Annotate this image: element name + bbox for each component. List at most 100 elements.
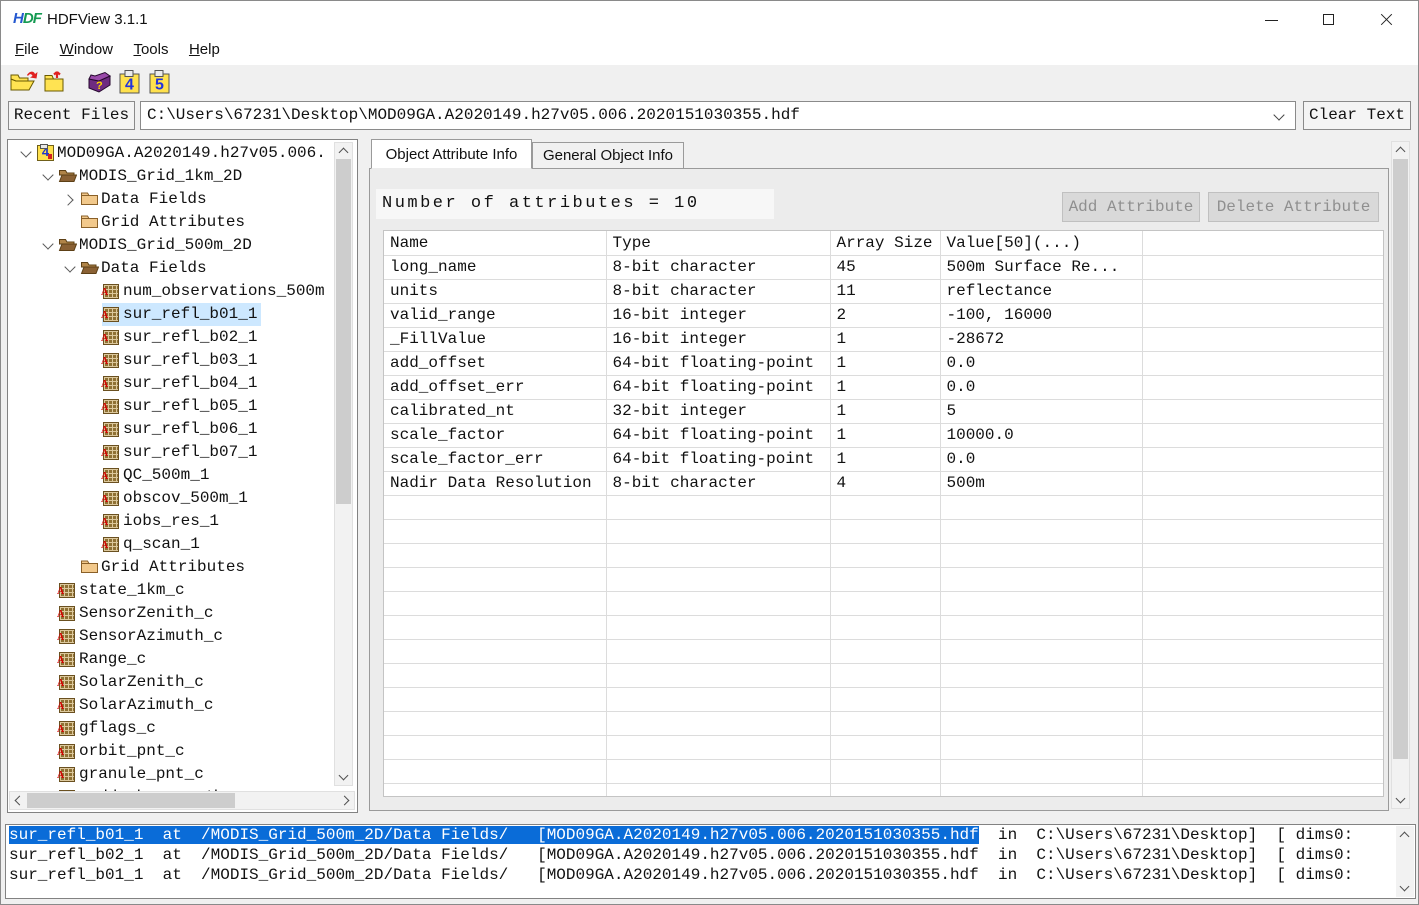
attribute-cell[interactable]: 8-bit character bbox=[606, 471, 830, 495]
tree-item-Data Fields[interactable]: Data Fields bbox=[8, 257, 333, 280]
tree-item-Range_c[interactable]: ARange_c bbox=[8, 648, 333, 671]
chevron-down-icon[interactable] bbox=[38, 236, 58, 256]
tab-general-object-info[interactable]: General Object Info bbox=[532, 142, 684, 169]
chevron-right-icon[interactable] bbox=[60, 190, 80, 210]
clear-text-button[interactable]: Clear Text bbox=[1303, 101, 1411, 130]
attribute-cell[interactable]: _FillValue bbox=[384, 327, 606, 351]
attribute-cell[interactable]: 500m Surface Re... bbox=[940, 255, 1142, 279]
attribute-cell[interactable]: 4 bbox=[830, 471, 940, 495]
attribute-cell[interactable]: 1 bbox=[830, 375, 940, 399]
panel-vertical-scrollbar[interactable] bbox=[1391, 141, 1410, 809]
tree-item-Grid Attributes[interactable]: Grid Attributes bbox=[8, 556, 333, 579]
attribute-cell[interactable]: 0.0 bbox=[940, 375, 1142, 399]
attribute-cell[interactable]: add_offset_err bbox=[384, 375, 606, 399]
log-vertical-scrollbar[interactable] bbox=[1396, 826, 1414, 897]
hdf4-icon[interactable]: 4 bbox=[118, 69, 141, 100]
menu-file[interactable]: File bbox=[7, 39, 47, 58]
attribute-cell[interactable]: 16-bit integer bbox=[606, 327, 830, 351]
attribute-cell[interactable]: scale_factor_err bbox=[384, 447, 606, 471]
attribute-cell[interactable]: 1 bbox=[830, 399, 940, 423]
attribute-cell[interactable]: -28672 bbox=[940, 327, 1142, 351]
tree-item-Grid Attributes[interactable]: Grid Attributes bbox=[8, 211, 333, 234]
add-attribute-button[interactable]: Add Attribute bbox=[1062, 192, 1200, 222]
tree-hscroll-thumb[interactable] bbox=[27, 793, 235, 808]
chevron-down-icon[interactable] bbox=[16, 144, 36, 164]
attribute-cell[interactable]: 11 bbox=[830, 279, 940, 303]
chevron-down-icon[interactable] bbox=[38, 167, 58, 187]
attribute-cell[interactable]: valid_range bbox=[384, 303, 606, 327]
tree-item-gflags_c[interactable]: Agflags_c bbox=[8, 717, 333, 740]
scroll-down-icon[interactable] bbox=[1393, 793, 1408, 808]
minimize-button[interactable] bbox=[1242, 1, 1300, 39]
attribute-cell[interactable]: reflectance bbox=[940, 279, 1142, 303]
tree-item-Data Fields[interactable]: Data Fields bbox=[8, 188, 333, 211]
tree-item-obscov_500m_1[interactable]: Aobscov_500m_1 bbox=[8, 487, 333, 510]
maximize-button[interactable] bbox=[1300, 1, 1358, 39]
scroll-left-icon[interactable] bbox=[10, 793, 25, 808]
attribute-cell[interactable]: 5 bbox=[940, 399, 1142, 423]
tree-horizontal-scrollbar[interactable] bbox=[9, 791, 355, 810]
tree-item-state_1km_c[interactable]: Astate_1km_c bbox=[8, 579, 333, 602]
attribute-cell[interactable]: 1 bbox=[830, 351, 940, 375]
log-line-3[interactable]: sur_refl_b01_1 at /MODIS_Grid_500m_2D/Da… bbox=[6, 865, 1415, 885]
delete-attribute-button[interactable]: Delete Attribute bbox=[1208, 192, 1379, 222]
scroll-up-icon[interactable] bbox=[336, 143, 351, 158]
attribute-cell[interactable]: 64-bit floating-point bbox=[606, 447, 830, 471]
tab-object-attribute-info[interactable]: Object Attribute Info bbox=[371, 139, 532, 169]
tree-item-sur_refl_b01_1[interactable]: Asur_refl_b01_1 bbox=[8, 303, 333, 326]
scroll-up-icon[interactable] bbox=[1393, 142, 1408, 157]
tree-item-SensorZenith_c[interactable]: ASensorZenith_c bbox=[8, 602, 333, 625]
recent-files-button[interactable]: Recent Files bbox=[8, 101, 135, 130]
tree-item-sur_refl_b04_1[interactable]: Asur_refl_b04_1 bbox=[8, 372, 333, 395]
attribute-cell[interactable]: 45 bbox=[830, 255, 940, 279]
attribute-cell[interactable]: 64-bit floating-point bbox=[606, 423, 830, 447]
tree-item-QC_500m_1[interactable]: AQC_500m_1 bbox=[8, 464, 333, 487]
tree-vertical-scrollbar[interactable] bbox=[334, 142, 353, 786]
tree-item-q_scan_1[interactable]: Aq_scan_1 bbox=[8, 533, 333, 556]
tree-item-orbit_pnt_c[interactable]: Aorbit_pnt_c bbox=[8, 740, 333, 763]
attribute-cell[interactable]: calibrated_nt bbox=[384, 399, 606, 423]
attribute-cell[interactable]: 0.0 bbox=[940, 351, 1142, 375]
menu-tools[interactable]: Tools bbox=[125, 39, 176, 58]
attribute-cell[interactable]: 1 bbox=[830, 447, 940, 471]
attribute-cell[interactable]: 2 bbox=[830, 303, 940, 327]
close-button[interactable] bbox=[1358, 1, 1416, 39]
tree-item-MODIS_Grid_1km_2D[interactable]: MODIS_Grid_1km_2D bbox=[8, 165, 333, 188]
tree-item-sur_refl_b03_1[interactable]: Asur_refl_b03_1 bbox=[8, 349, 333, 372]
attribute-cell[interactable]: 16-bit integer bbox=[606, 303, 830, 327]
attribute-cell[interactable]: Nadir Data Resolution bbox=[384, 471, 606, 495]
attribute-cell[interactable]: units bbox=[384, 279, 606, 303]
tree-item-sur_refl_b02_1[interactable]: Asur_refl_b02_1 bbox=[8, 326, 333, 349]
attribute-cell[interactable]: 8-bit character bbox=[606, 255, 830, 279]
attribute-cell[interactable]: 10000.0 bbox=[940, 423, 1142, 447]
tree-item-SolarZenith_c[interactable]: ASolarZenith_c bbox=[8, 671, 333, 694]
tree-item-sur_refl_b05_1[interactable]: Asur_refl_b05_1 bbox=[8, 395, 333, 418]
attribute-cell[interactable]: 0.0 bbox=[940, 447, 1142, 471]
attribute-cell[interactable]: 32-bit integer bbox=[606, 399, 830, 423]
tree-item-num_observations_500m[interactable]: Anum_observations_500m bbox=[8, 280, 333, 303]
menu-help[interactable]: Help bbox=[181, 39, 228, 58]
menu-window[interactable]: Window bbox=[52, 39, 121, 58]
tree-item-SensorAzimuth_c[interactable]: ASensorAzimuth_c bbox=[8, 625, 333, 648]
log-line-1[interactable]: sur_refl_b01_1 at /MODIS_Grid_500m_2D/Da… bbox=[6, 825, 1415, 845]
scroll-down-icon[interactable] bbox=[336, 770, 351, 785]
chevron-down-icon[interactable] bbox=[60, 259, 80, 279]
scroll-down-icon[interactable] bbox=[1397, 881, 1412, 896]
attribute-cell[interactable]: 8-bit character bbox=[606, 279, 830, 303]
close-file-icon[interactable] bbox=[43, 69, 69, 99]
hdf5-icon[interactable]: 5 bbox=[148, 69, 171, 100]
tree-item-iobs_res_1[interactable]: Aiobs_res_1 bbox=[8, 510, 333, 533]
help-icon[interactable]: ? bbox=[85, 69, 113, 100]
tree-item-sur_refl_b07_1[interactable]: Asur_refl_b07_1 bbox=[8, 441, 333, 464]
scroll-right-icon[interactable] bbox=[339, 793, 354, 808]
attribute-cell[interactable]: 1 bbox=[830, 327, 940, 351]
tree-item-granule_pnt_c[interactable]: Agranule_pnt_c bbox=[8, 763, 333, 786]
panel-vscroll-thumb[interactable] bbox=[1393, 159, 1408, 759]
attribute-cell[interactable]: scale_factor bbox=[384, 423, 606, 447]
tree-item-sur_refl_b06_1[interactable]: Asur_refl_b06_1 bbox=[8, 418, 333, 441]
attribute-cell[interactable]: -100, 16000 bbox=[940, 303, 1142, 327]
tree-item-SolarAzimuth_c[interactable]: ASolarAzimuth_c bbox=[8, 694, 333, 717]
attribute-cell[interactable]: 64-bit floating-point bbox=[606, 375, 830, 399]
scroll-up-icon[interactable] bbox=[1397, 827, 1412, 842]
attribute-cell[interactable]: 1 bbox=[830, 423, 940, 447]
